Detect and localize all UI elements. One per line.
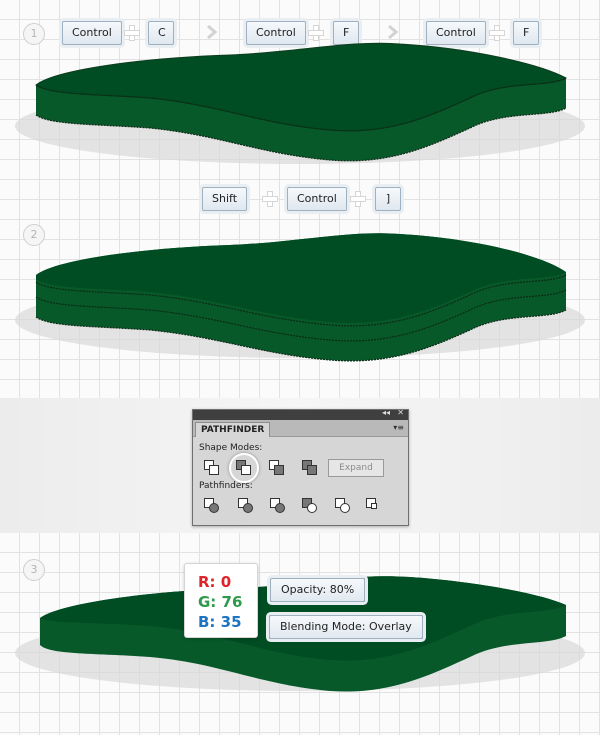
outline-icon[interactable] (335, 498, 350, 513)
shape-modes-label: Shape Modes: (199, 443, 263, 453)
collapse-icon[interactable]: ◂◂ (382, 408, 390, 417)
crop-icon[interactable] (302, 498, 317, 513)
intersect-icon[interactable] (269, 460, 284, 475)
trim-icon[interactable] (238, 498, 253, 513)
expand-button[interactable]: Expand (328, 459, 384, 477)
divide-icon[interactable] (204, 498, 219, 513)
color-values-card: R: 0 G: 76 B: 35 (184, 563, 258, 638)
panel-titlebar: ◂◂ ✕ (193, 408, 408, 420)
blue-value: B: 35 (198, 613, 242, 631)
green-value: G: 76 (198, 593, 243, 611)
minus-back-icon[interactable] (366, 498, 380, 512)
red-value: R: 0 (198, 573, 232, 591)
close-icon[interactable]: ✕ (397, 408, 404, 417)
panel-menu-icon[interactable]: ▾≡ (393, 423, 404, 432)
unite-icon[interactable] (204, 460, 219, 475)
green-platform-layered (15, 233, 585, 362)
green-platform-single (15, 42, 585, 164)
panel-tab-row: PATHFINDER ▾≡ (193, 420, 408, 437)
opacity-label: Opacity: 80% (270, 578, 366, 602)
exclude-icon[interactable] (302, 460, 317, 475)
merge-icon[interactable] (270, 498, 285, 513)
blending-mode-label: Blending Mode: Overlay (269, 615, 423, 639)
minus-front-icon[interactable] (236, 460, 251, 475)
tab-pathfinder[interactable]: PATHFINDER (195, 422, 271, 437)
